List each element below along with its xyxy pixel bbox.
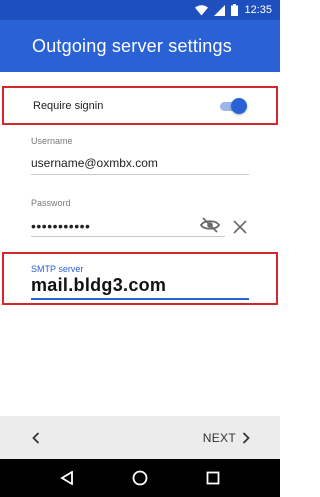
chevron-left-icon — [32, 431, 40, 444]
visibility-off-icon[interactable] — [199, 217, 221, 238]
username-field[interactable]: username@oxmbx.com — [31, 156, 158, 170]
password-field[interactable]: ••••••••••• — [31, 218, 90, 234]
password-label: Password — [31, 198, 71, 208]
close-icon[interactable] — [233, 220, 247, 239]
require-signin-label: Require signin — [33, 99, 104, 112]
require-signin-toggle[interactable] — [218, 97, 248, 115]
require-signin-row[interactable]: Require signin — [2, 86, 278, 125]
battery-icon — [231, 4, 239, 16]
wifi-icon — [195, 4, 209, 16]
status-time: 12:35 — [244, 4, 272, 16]
username-label: Username — [31, 136, 73, 146]
password-underline — [31, 236, 225, 237]
smtp-server-label: SMTP server — [31, 264, 84, 274]
next-button[interactable]: NEXT — [203, 431, 250, 445]
navigation-bar — [0, 459, 280, 497]
toggle-thumb — [231, 97, 247, 114]
back-button[interactable] — [32, 431, 40, 444]
bottom-bar: NEXT — [0, 416, 280, 459]
username-underline — [31, 174, 249, 175]
nav-back-icon[interactable] — [52, 463, 82, 493]
status-bar: 12:35 — [0, 0, 280, 20]
signal-icon — [214, 4, 226, 16]
next-button-label: NEXT — [202, 430, 236, 445]
nav-home-icon[interactable] — [125, 463, 155, 493]
settings-form: Require signin Username username@oxmbx.c… — [0, 72, 280, 416]
chevron-right-icon — [242, 431, 250, 444]
smtp-server-field[interactable]: mail.bldg3.com — [31, 275, 166, 296]
nav-recents-icon[interactable] — [198, 463, 228, 493]
app-bar: Outgoing server settings — [0, 20, 280, 72]
smtp-server-underline — [31, 298, 249, 300]
page-title: Outgoing server settings — [32, 35, 232, 56]
